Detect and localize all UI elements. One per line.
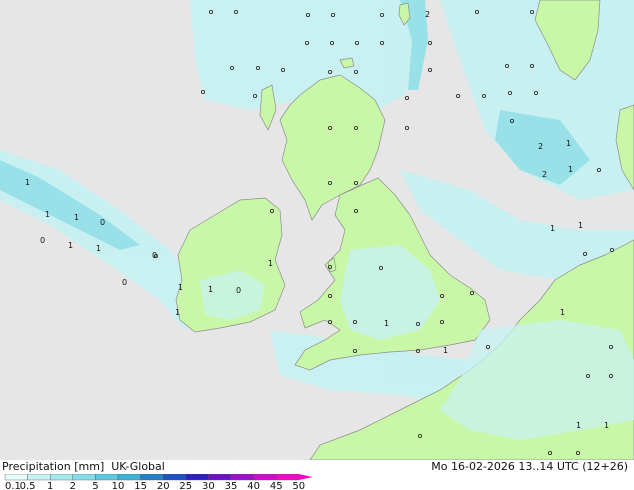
scale-swatch <box>72 474 96 481</box>
scale-swatch <box>95 474 119 481</box>
point-label: 1 <box>566 139 571 148</box>
scale-tick-label: 0.1 <box>5 481 21 490</box>
scale-tick-label: 25 <box>179 481 192 490</box>
point-label: 1 <box>68 241 73 250</box>
scale-tick-label: 40 <box>247 481 260 490</box>
scale-swatch <box>140 474 164 481</box>
scale-tick-label: 15 <box>134 481 147 490</box>
scale-tick-label: 50 <box>292 481 305 490</box>
scale-swatch <box>230 474 254 481</box>
scale-tick-label: 30 <box>202 481 215 490</box>
valid-time: Mo 16-02-2026 13..14 UTC (12+26) <box>431 460 628 473</box>
point-label: 1 <box>25 178 30 187</box>
scale-swatch <box>27 474 51 481</box>
scale-tick-label: 45 <box>270 481 283 490</box>
scale-tick-label: 2 <box>70 481 76 490</box>
scale-swatch <box>208 474 232 481</box>
scale-swatch <box>117 474 141 481</box>
scale-swatch <box>162 474 186 481</box>
point-label: 1 <box>175 308 180 317</box>
point-label: 1 <box>443 346 448 355</box>
precipitation-scale: 0.10.5 1 2 5 10 15 20 25 30 35 40 45 50 <box>4 474 313 490</box>
point-label: 2 <box>538 142 543 151</box>
scale-tick-label: 20 <box>157 481 170 490</box>
point-label: 1 <box>45 210 50 219</box>
point-label: 1 <box>208 285 213 294</box>
point-label: 2 <box>425 10 430 19</box>
scale-tick-label: 5 <box>92 481 98 490</box>
map-footer: Precipitation [mm] UK-Global Mo 16-02-20… <box>0 460 634 490</box>
point-label: 1 <box>178 283 183 292</box>
point-label: 1 <box>604 421 609 430</box>
scale-tick-label: 0.5 <box>20 481 36 490</box>
point-label: 1 <box>96 244 101 253</box>
point-label: 1 <box>576 421 581 430</box>
point-label: 0 <box>122 278 127 287</box>
scale-swatch <box>185 474 209 481</box>
scale-swatch <box>50 474 74 481</box>
point-label: 0 <box>100 218 105 227</box>
point-label: 0 <box>236 286 241 295</box>
scale-tick-label: 35 <box>225 481 238 490</box>
scale-swatch <box>4 474 28 481</box>
point-label: 1 <box>550 224 555 233</box>
scale-swatch <box>276 474 300 481</box>
map-title: Precipitation [mm] UK-Global <box>2 460 165 473</box>
scale-arrow <box>298 474 313 480</box>
point-label: 1 <box>560 308 565 317</box>
point-label: 1 <box>568 165 573 174</box>
point-label: 1 <box>74 213 79 222</box>
scale-swatch <box>253 474 277 481</box>
point-label: 1 <box>268 259 273 268</box>
precipitation-map: 1 1 1 0 0 1 1 0 1 1 2 2 1 2 1 1 1 1 0 0 … <box>0 0 634 460</box>
scale-tick-label: 1 <box>47 481 53 490</box>
point-label: 2 <box>542 170 547 179</box>
scale-tick-label: 10 <box>112 481 125 490</box>
point-label: 1 <box>578 221 583 230</box>
point-label: 1 <box>384 319 389 328</box>
point-label: 0 <box>40 236 45 245</box>
